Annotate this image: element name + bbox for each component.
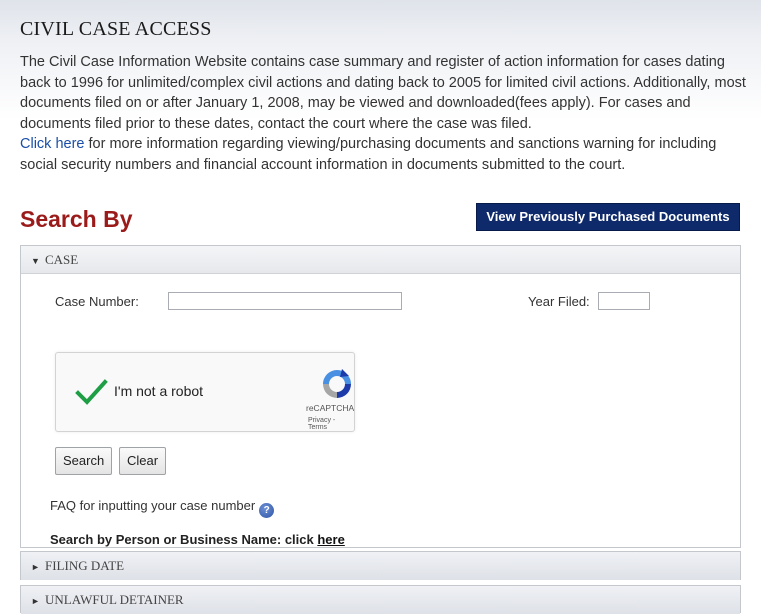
year-filed-label: Year Filed:: [528, 294, 590, 309]
year-filed-input[interactable]: [598, 292, 650, 310]
recaptcha-widget: I'm not a robot reCAPTCHA Privacy - Term…: [55, 352, 355, 432]
unlawful-detainer-panel-title: UNLAWFUL DETAINER: [45, 592, 184, 607]
click-here-link[interactable]: Click here: [20, 136, 84, 152]
checkmark-icon[interactable]: [74, 375, 108, 409]
clear-button[interactable]: Clear: [119, 447, 167, 475]
intro-text: The Civil Case Information Website conta…: [20, 52, 755, 175]
filing-date-panel: ► FILING DATE: [20, 551, 741, 580]
faq-text: FAQ for inputting your case number: [50, 498, 256, 513]
recaptcha-brand: reCAPTCHA: [306, 403, 355, 413]
caret-right-icon: ►: [31, 562, 40, 572]
case-panel-header[interactable]: ▼ CASE: [21, 246, 740, 274]
case-number-input[interactable]: [168, 292, 402, 310]
name-search-here-link[interactable]: here: [317, 532, 344, 547]
recaptcha-label: I'm not a robot: [114, 383, 204, 399]
view-purchased-documents-button[interactable]: View Previously Purchased Documents: [476, 203, 740, 231]
faq-line: FAQ for inputting your case number?: [50, 498, 275, 518]
case-panel-title: CASE: [45, 252, 79, 267]
filing-date-panel-header[interactable]: ► FILING DATE: [21, 552, 740, 580]
intro-paragraph-2: for more information regarding viewing/p…: [20, 136, 717, 173]
recaptcha-terms-link[interactable]: Privacy - Terms: [308, 417, 354, 431]
filing-date-panel-title: FILING DATE: [45, 558, 125, 573]
unlawful-detainer-panel-header[interactable]: ► UNLAWFUL DETAINER: [21, 586, 740, 614]
case-panel-body: Case Number: Year Filed: I'm not a robot…: [21, 274, 740, 547]
name-search-line: Search by Person or Business Name: click…: [50, 532, 345, 547]
page-title: CIVIL CASE ACCESS: [20, 18, 212, 40]
search-by-heading: Search By: [20, 206, 133, 232]
unlawful-detainer-panel: ► UNLAWFUL DETAINER: [20, 585, 741, 614]
case-panel: ▼ CASE Case Number: Year Filed: I'm not a…: [20, 245, 741, 548]
recaptcha-logo-icon: [323, 369, 351, 398]
caret-down-icon: ▼: [31, 256, 40, 266]
search-button[interactable]: Search: [55, 447, 113, 475]
name-search-text: Search by Person or Business Name: click: [50, 532, 318, 547]
intro-paragraph: The Civil Case Information Website conta…: [20, 54, 746, 132]
case-number-label: Case Number:: [55, 294, 139, 309]
question-circle-icon[interactable]: ?: [259, 503, 275, 518]
